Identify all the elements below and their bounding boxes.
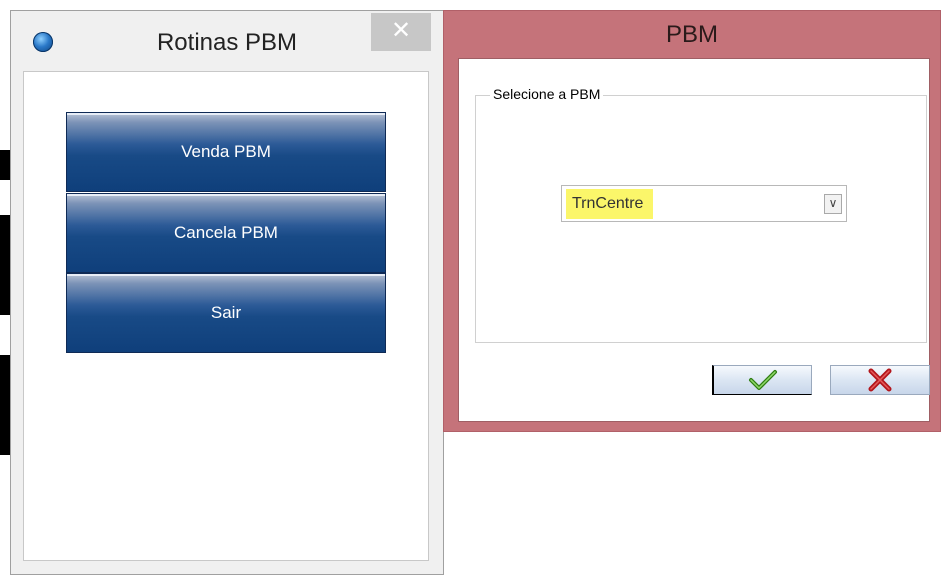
venda-pbm-button[interactable]: Venda PBM — [66, 112, 386, 192]
rotinas-pbm-window: Rotinas PBM ✕ Venda PBM Cancela PBM Sair — [10, 10, 444, 575]
group-label: Selecione a PBM — [490, 86, 604, 102]
window-client-area: Venda PBM Cancela PBM Sair — [23, 71, 429, 561]
background-fragment — [0, 150, 10, 180]
pbm-select[interactable]: TrnCentre ∨ — [561, 185, 847, 222]
x-icon — [865, 368, 895, 397]
cancela-pbm-button[interactable]: Cancela PBM — [66, 193, 386, 273]
dialog-client-area: Selecione a PBM TrnCentre ∨ — [458, 58, 930, 422]
close-button[interactable]: ✕ — [371, 13, 431, 51]
background-fragment — [0, 355, 10, 455]
background-fragment — [0, 215, 10, 315]
pbm-group-box: Selecione a PBM TrnCentre ∨ — [475, 86, 927, 343]
ok-button[interactable] — [712, 365, 812, 395]
dialog-title: PBM — [665, 21, 718, 48]
checkmark-icon — [745, 370, 781, 396]
selected-value: TrnCentre — [566, 189, 654, 219]
cancel-button[interactable] — [830, 365, 930, 395]
title-bar: Rotinas PBM ✕ — [11, 11, 443, 71]
chevron-down-icon[interactable]: ∨ — [824, 194, 842, 214]
pbm-dialog: PBM Selecione a PBM TrnCentre ∨ — [443, 10, 941, 432]
sair-button[interactable]: Sair — [66, 273, 386, 353]
